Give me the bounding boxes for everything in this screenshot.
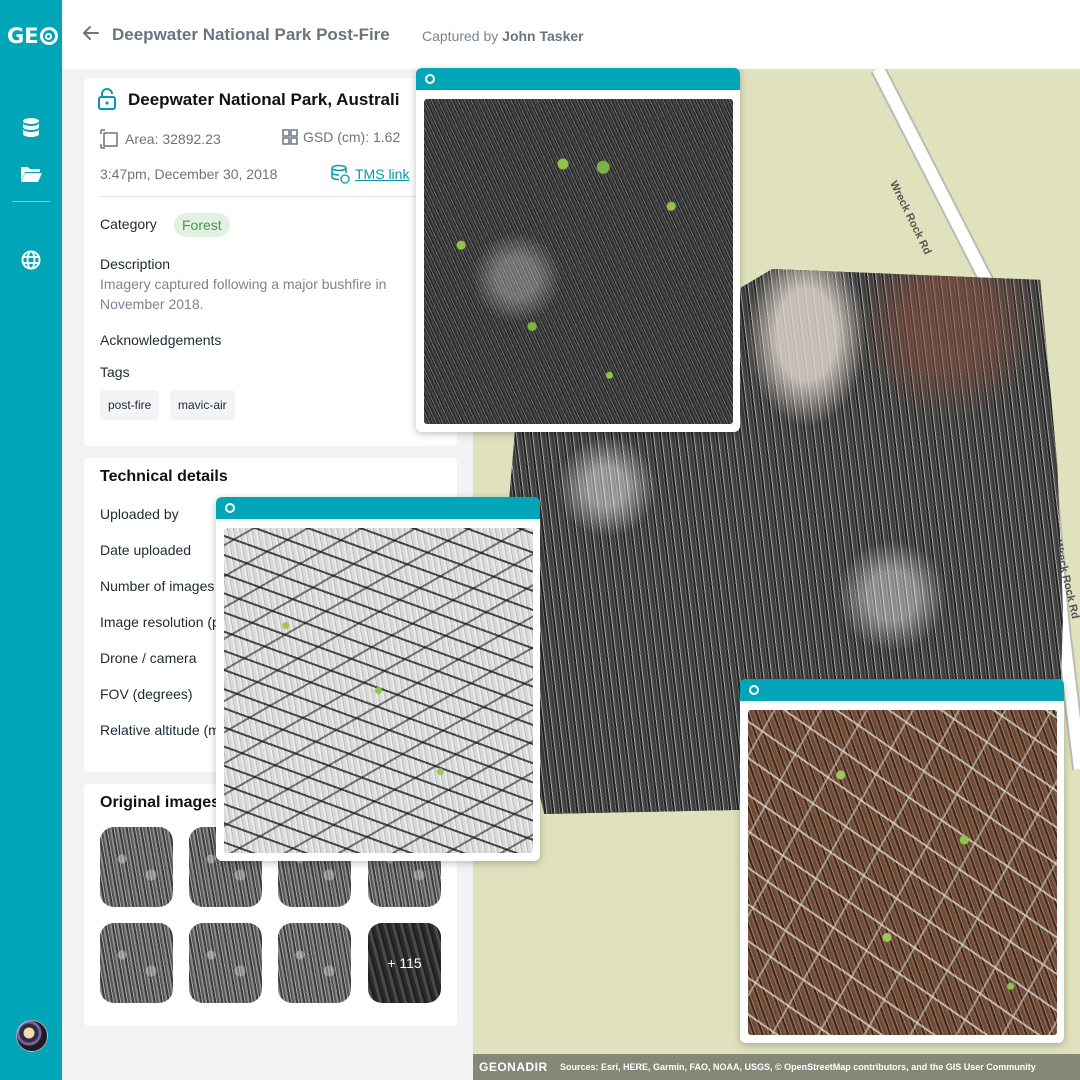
popup-header[interactable] (416, 68, 740, 90)
tms-link-row[interactable]: TMS link (330, 164, 409, 184)
more-images-count: + 115 (387, 955, 422, 971)
original-image-thumb[interactable] (189, 923, 262, 1003)
tag-chip[interactable]: mavic-air (170, 390, 235, 420)
popup-header[interactable] (216, 497, 540, 519)
original-image-thumb[interactable] (278, 923, 351, 1003)
sidebar-divider (12, 201, 50, 202)
tech-row-label: Uploaded by (100, 506, 179, 522)
dataset-title: Deepwater National Park, Australi (128, 90, 400, 109)
tech-row-label: Image resolution (p (100, 614, 220, 630)
acknowledgements-label: Acknowledgements (100, 332, 222, 348)
image-popup[interactable] (416, 68, 740, 432)
tag-chip[interactable]: post-fire (100, 390, 160, 420)
more-images-thumb[interactable]: + 115 (368, 923, 441, 1003)
geo-logo-icon (225, 503, 235, 513)
tms-link[interactable]: TMS link (355, 166, 409, 182)
capture-datetime: 3:47pm, December 30, 2018 (100, 166, 277, 182)
logo-text: GE (7, 24, 39, 48)
captured-by-name: John Tasker (502, 28, 584, 44)
original-image-thumb[interactable] (100, 827, 173, 907)
unlock-icon (96, 88, 118, 110)
geo-logo[interactable]: GE (7, 24, 58, 48)
image-popup[interactable] (216, 497, 540, 861)
description-text: Imagery captured following a major bushf… (100, 276, 387, 312)
folder-icon[interactable] (19, 162, 43, 186)
tech-row-label: Drone / camera (100, 650, 197, 666)
geonadir-logo: GEONADIR (479, 1060, 548, 1074)
layers-icon (331, 164, 350, 184)
area-value: Area: 32892.23 (125, 131, 221, 147)
tech-row-label: FOV (degrees) (100, 686, 193, 702)
logo-o-icon (39, 27, 58, 45)
category-label: Category (100, 216, 157, 232)
gsd-value: GSD (cm): 1.62 (303, 129, 401, 145)
popup-image[interactable] (748, 710, 1057, 1035)
gsd-meta: GSD (cm): 1.62 (282, 129, 400, 145)
tech-row-label: Relative altitude (m (100, 722, 220, 738)
category-badge: Forest (174, 213, 230, 237)
image-popup[interactable] (740, 679, 1064, 1043)
info-divider (100, 196, 415, 197)
original-images-heading: Original images (100, 794, 221, 811)
dataset-info-card: Deepwater National Park, Australi Area: … (84, 78, 457, 446)
user-avatar[interactable] (16, 1020, 48, 1052)
map-attribution: GEONADIR Sources: Esri, HERE, Garmin, FA… (473, 1054, 1080, 1080)
datetime-value: 3:47pm, December 30, 2018 (100, 166, 278, 182)
page-header: Deepwater National Park Post-Fire Captur… (62, 0, 1080, 69)
captured-prefix: Captured by (422, 28, 499, 44)
technical-details-heading: Technical details (100, 468, 228, 485)
database-icon[interactable] (19, 116, 43, 140)
globe-icon[interactable] (19, 248, 43, 272)
popup-header[interactable] (740, 679, 1064, 701)
attribution-text: Sources: Esri, HERE, Garmin, FAO, NOAA, … (560, 1062, 1036, 1072)
popup-image[interactable] (424, 99, 733, 424)
tech-row-label: Number of images (100, 578, 215, 594)
tech-row-label: Date uploaded (100, 542, 192, 558)
tags-label: Tags (100, 364, 130, 380)
original-image-thumb[interactable] (100, 923, 173, 1003)
sidebar: GE (0, 0, 62, 1080)
area-icon (100, 129, 118, 149)
popup-image[interactable] (224, 528, 533, 853)
geo-logo-icon (425, 74, 435, 84)
area-meta: Area: 32892.23 (100, 129, 221, 149)
description-label: Description (100, 256, 171, 272)
captured-by: Captured by John Tasker (422, 28, 584, 44)
geo-logo-icon (749, 685, 759, 695)
grid-icon (282, 129, 298, 145)
page-title: Deepwater National Park Post-Fire (112, 25, 390, 44)
back-arrow-icon[interactable] (82, 24, 102, 44)
